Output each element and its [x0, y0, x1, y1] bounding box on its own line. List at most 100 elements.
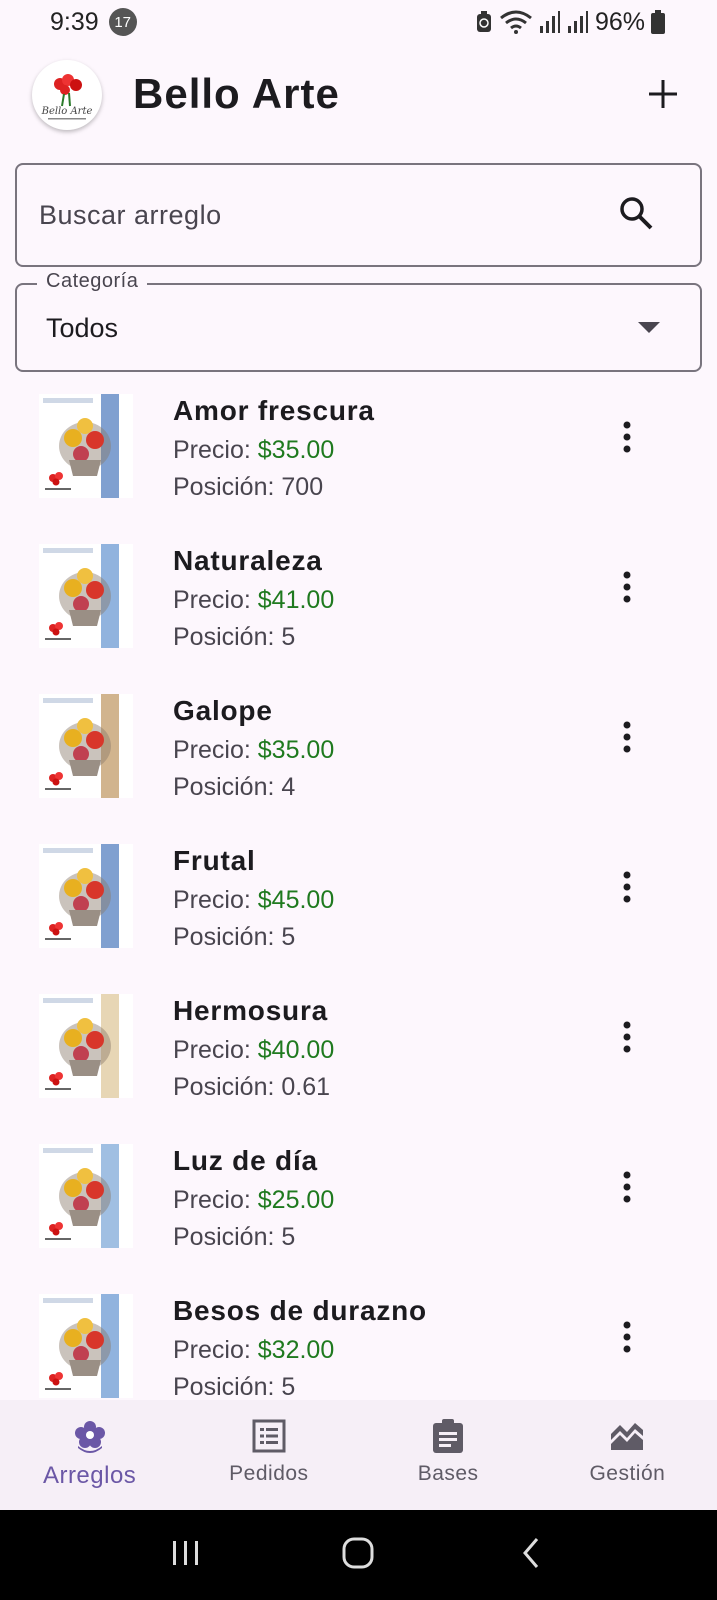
- search-icon[interactable]: [618, 195, 654, 236]
- more-options-button[interactable]: [612, 419, 642, 459]
- price-amount: $40.00: [257, 1036, 335, 1064]
- add-button[interactable]: [635, 68, 691, 124]
- app-title: Bello Arte: [133, 70, 340, 117]
- list-item[interactable]: Besos de durazno Precio: $32.00 Posición: …: [0, 1283, 717, 1399]
- arrangement-price: Precio: $35.00: [173, 736, 334, 765]
- category-selected-value: Todos: [46, 313, 119, 343]
- price-label: Precio:: [173, 436, 258, 464]
- svg-text:Bello Arte: Bello Arte: [41, 106, 93, 117]
- price-amount: $25.00: [257, 1186, 335, 1214]
- list-item[interactable]: Hermosura Precio: $40.00 Posición: 0.61: [0, 983, 717, 1133]
- more-options-button[interactable]: [612, 719, 642, 759]
- nav-label-arreglos: Arreglos: [42, 1462, 137, 1489]
- recent-apps-button[interactable]: [156, 1525, 216, 1585]
- price-label: Precio:: [173, 1036, 258, 1064]
- home-icon: [342, 1537, 374, 1574]
- list-icon: [249, 1416, 289, 1456]
- nav-item-bases[interactable]: Bases: [359, 1400, 538, 1510]
- arrangement-thumbnail: [39, 544, 133, 648]
- status-right: 96%: [475, 8, 665, 37]
- more-vertical-icon: [622, 420, 632, 459]
- position-value: 0.61: [281, 1073, 331, 1101]
- price-label: Precio:: [173, 736, 258, 764]
- more-vertical-icon: [622, 570, 632, 609]
- back-button[interactable]: [501, 1525, 561, 1585]
- notification-count-badge: 17: [108, 8, 137, 36]
- arrangement-thumbnail: [39, 694, 133, 798]
- signal-icon-2: [567, 10, 589, 34]
- arrangement-name: Hermosura: [173, 995, 329, 1026]
- arrangement-thumbnail: [39, 394, 133, 498]
- arrangement-thumbnail: [39, 1144, 133, 1248]
- arrangement-thumbnail: [39, 994, 133, 1098]
- arrangement-price: Precio: $25.00: [173, 1186, 334, 1215]
- category-dropdown[interactable]: Categoría Todos: [15, 270, 702, 372]
- nav-item-gestion[interactable]: Gestión: [538, 1400, 717, 1510]
- status-time: 9:39: [50, 7, 99, 36]
- arrangement-list: Amor frescura Precio: $35.00 Posición: 700…: [0, 383, 717, 1399]
- arrangement-position: Posición: 5: [173, 623, 295, 652]
- arrangement-price: Precio: $32.00: [173, 1336, 334, 1365]
- list-item[interactable]: Galope Precio: $35.00 Posición: 4: [0, 683, 717, 833]
- position-label: Posición:: [173, 1073, 282, 1101]
- arrangement-position: Posición: 5: [173, 1373, 295, 1399]
- more-options-button[interactable]: [612, 869, 642, 909]
- more-vertical-icon: [622, 1320, 632, 1359]
- battery-percent: 96%: [594, 7, 645, 36]
- arrangement-name: Galope: [173, 695, 273, 726]
- arrangement-name: Frutal: [173, 845, 256, 876]
- nav-item-pedidos[interactable]: Pedidos: [179, 1400, 358, 1510]
- arrangement-price: Precio: $41.00: [173, 586, 334, 615]
- price-amount: $35.00: [257, 436, 335, 464]
- nav-item-arreglos[interactable]: Arreglos: [0, 1400, 179, 1510]
- list-item[interactable]: Luz de día Precio: $25.00 Posición: 5: [0, 1133, 717, 1283]
- more-options-button[interactable]: [612, 1319, 642, 1359]
- position-value: 5: [281, 1373, 296, 1399]
- price-label: Precio:: [173, 586, 258, 614]
- position-label: Posición:: [173, 1223, 282, 1251]
- back-icon: [521, 1537, 541, 1574]
- list-item[interactable]: Naturaleza Precio: $41.00 Posición: 5: [0, 533, 717, 683]
- list-item[interactable]: Amor frescura Precio: $35.00 Posición: 700: [0, 383, 717, 533]
- price-amount: $45.00: [257, 886, 335, 914]
- system-navigation-bar: [0, 1510, 717, 1600]
- more-vertical-icon: [622, 1020, 632, 1059]
- nav-label-gestion: Gestión: [589, 1462, 666, 1485]
- more-vertical-icon: [622, 1170, 632, 1209]
- recent-apps-icon: [171, 1539, 201, 1572]
- position-label: Posición:: [173, 623, 282, 651]
- more-options-button[interactable]: [612, 1019, 642, 1059]
- search-placeholder: Buscar arreglo: [39, 199, 222, 230]
- arrangement-thumbnail: [39, 1294, 133, 1398]
- arrangement-price: Precio: $35.00: [173, 436, 334, 465]
- price-label: Precio:: [173, 1186, 258, 1214]
- arrangement-thumbnail: [39, 844, 133, 948]
- logo-roses: [54, 74, 82, 107]
- arrangement-position: Posición: 5: [173, 923, 295, 952]
- price-amount: $32.00: [257, 1336, 335, 1364]
- position-value: 4: [281, 773, 296, 801]
- recycle-icon: [475, 10, 493, 34]
- list-item[interactable]: Frutal Precio: $45.00 Posición: 5: [0, 833, 717, 983]
- dropdown-arrow-icon: [638, 321, 660, 339]
- bottom-navigation: Arreglos Pedidos Bases Gestión: [0, 1400, 717, 1510]
- arrangement-price: Precio: $45.00: [173, 886, 334, 915]
- position-label: Posición:: [173, 473, 282, 501]
- arrangement-name: Amor frescura: [173, 395, 375, 426]
- more-options-button[interactable]: [612, 569, 642, 609]
- home-button[interactable]: [328, 1525, 388, 1585]
- arrangement-name: Luz de día: [173, 1145, 318, 1176]
- position-value: 5: [281, 1223, 296, 1251]
- more-options-button[interactable]: [612, 1169, 642, 1209]
- more-vertical-icon: [622, 870, 632, 909]
- position-label: Posición:: [173, 923, 282, 951]
- position-value: 5: [281, 623, 296, 651]
- search-input[interactable]: Buscar arreglo: [15, 163, 702, 267]
- arrangement-position: Posición: 4: [173, 773, 295, 802]
- signal-icon: [539, 10, 561, 34]
- app-bar: Bello Arte Bello Arte: [0, 56, 717, 136]
- arrangement-position: Posición: 700: [173, 473, 323, 502]
- more-vertical-icon: [622, 720, 632, 759]
- nav-label-bases: Bases: [417, 1462, 479, 1485]
- position-label: Posición:: [173, 1373, 282, 1399]
